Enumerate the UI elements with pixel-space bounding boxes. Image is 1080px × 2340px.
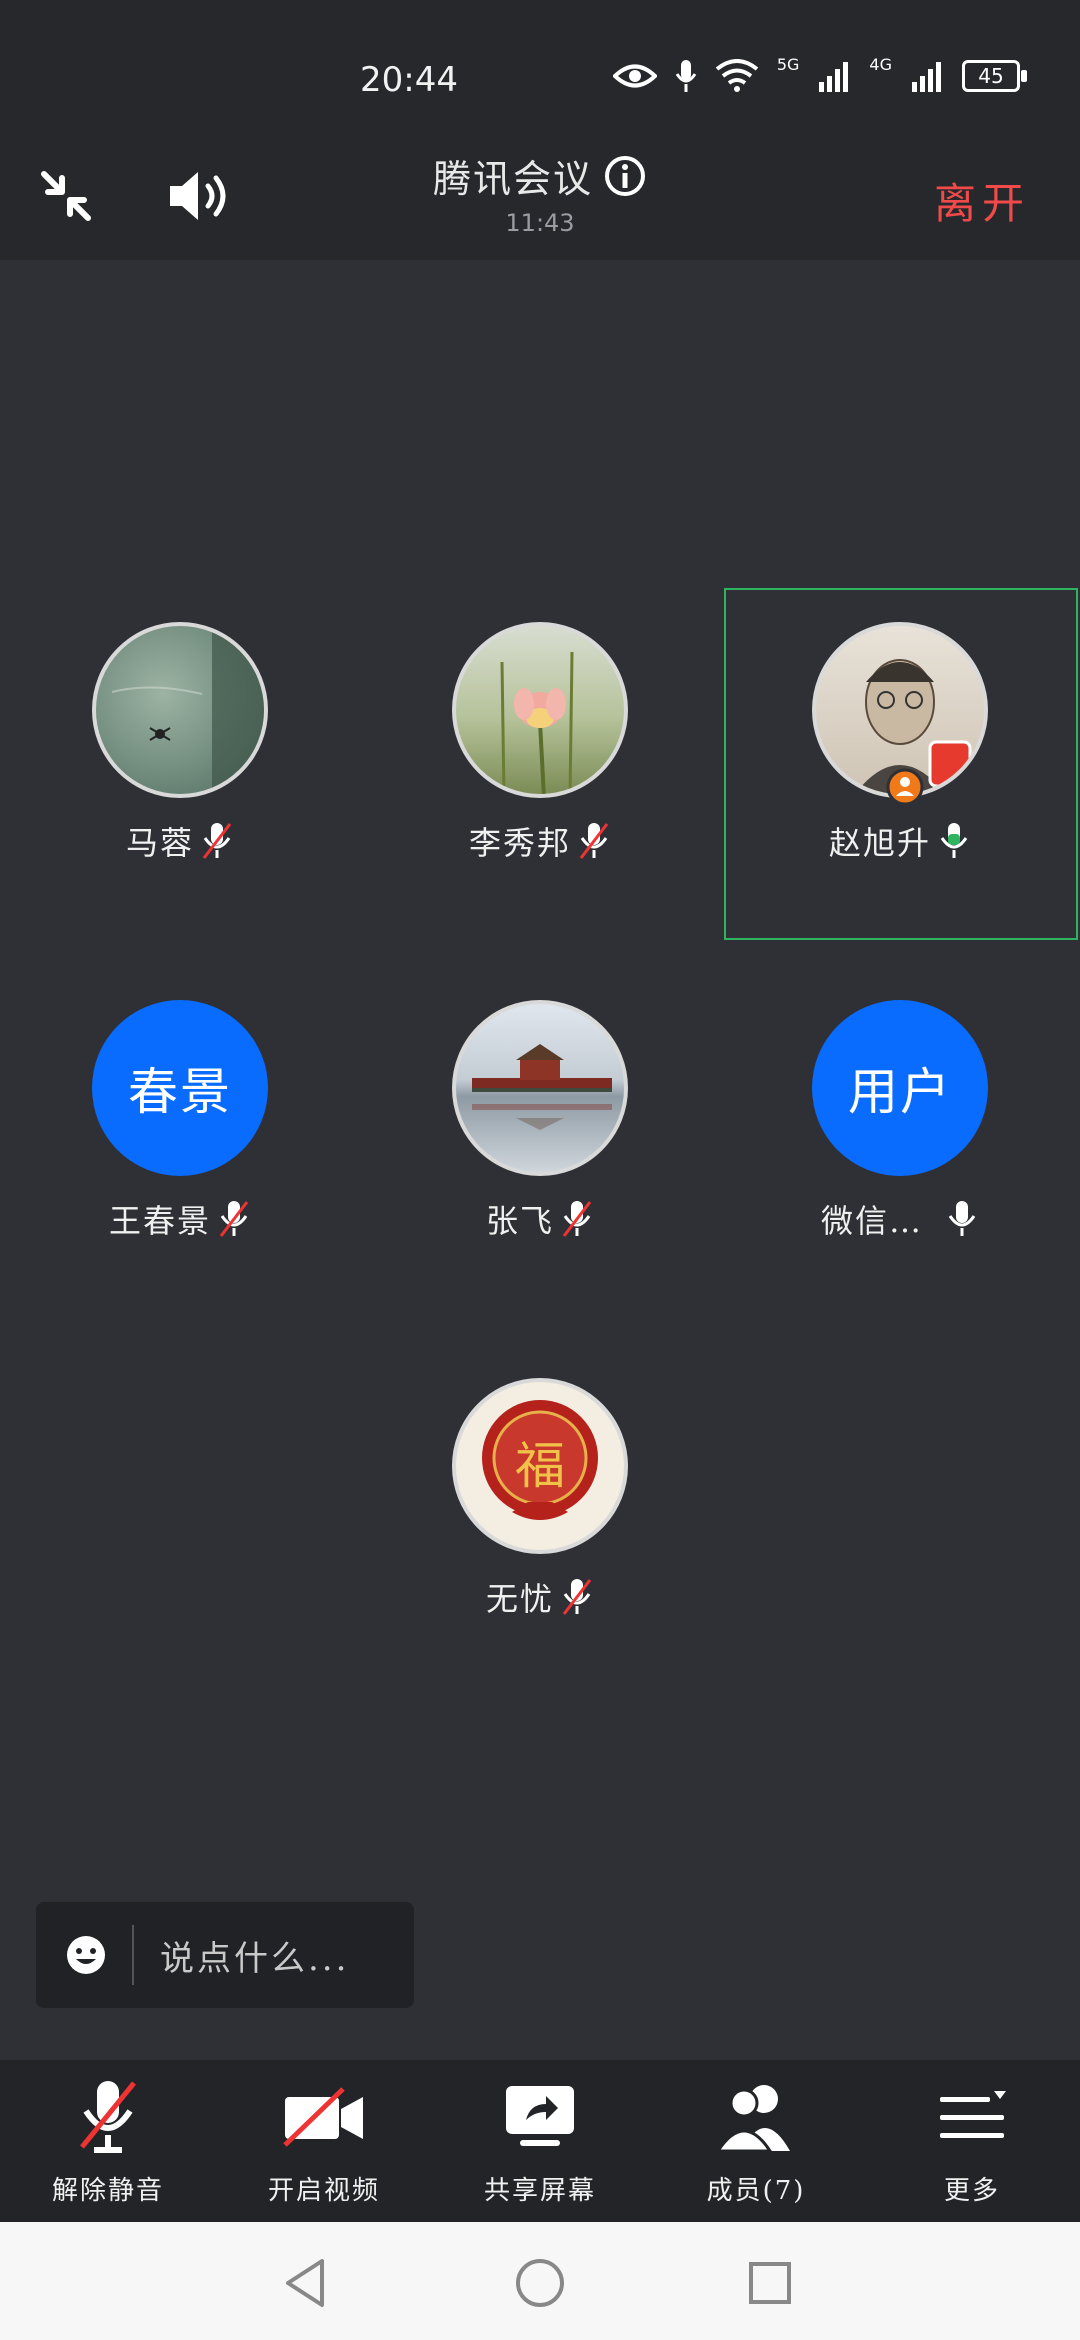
- more-icon: [940, 2091, 1006, 2138]
- start-video-button[interactable]: 开启视频: [216, 2074, 432, 2207]
- participant-name: 张飞: [485, 1202, 554, 1240]
- avatar: 春景: [92, 1000, 268, 1176]
- participant-tile[interactable]: 用户 微信…: [750, 1000, 1050, 1242]
- mic-muted-icon: [562, 1201, 592, 1237]
- mic-muted-icon: [80, 2081, 136, 2153]
- leave-button[interactable]: 离开: [934, 170, 1030, 231]
- meeting-header: 腾讯会议 11:43 离开: [0, 130, 1080, 260]
- network-5g-label: 5G: [776, 54, 800, 74]
- participant-tile-speaking[interactable]: 赵旭升: [750, 622, 1050, 864]
- start-video-label: 开启视频: [267, 2176, 380, 2206]
- unmute-label: 解除静音: [51, 2176, 164, 2206]
- mic-icon: [948, 1201, 976, 1236]
- avatar-initials: 用户: [848, 1063, 952, 1121]
- meeting-timer: 11:43: [505, 209, 575, 237]
- battery-icon: 45: [962, 60, 1027, 92]
- avatar: 福: [452, 1378, 628, 1554]
- eye-icon: [612, 64, 657, 88]
- avatar-initials: 春景: [128, 1063, 232, 1121]
- meeting-title-group: 腾讯会议 11:43: [0, 148, 1080, 237]
- avatar: [92, 622, 268, 798]
- participant-tile[interactable]: 春景 王春景: [30, 1000, 330, 1242]
- meeting-title-row[interactable]: 腾讯会议: [433, 148, 647, 203]
- back-icon[interactable]: [270, 2248, 340, 2318]
- participant-name-row: 赵旭升: [750, 818, 1050, 864]
- emoji-icon[interactable]: [64, 1933, 108, 1977]
- participant-name: 马蓉: [125, 824, 194, 862]
- mic-icon: [675, 60, 697, 92]
- meeting-title: 腾讯会议: [432, 157, 593, 201]
- participant-tile[interactable]: 张飞: [390, 1000, 690, 1242]
- host-badge-icon: [886, 768, 924, 806]
- status-time: 20:44: [360, 60, 458, 100]
- info-icon[interactable]: [603, 154, 647, 198]
- participant-name: 王春景: [108, 1202, 211, 1240]
- participant-name-row: 微信…: [750, 1196, 1050, 1242]
- unmute-button[interactable]: 解除静音: [0, 2074, 216, 2207]
- share-screen-button[interactable]: 共享屏幕: [432, 2074, 648, 2207]
- avatar-glyph: 福: [515, 1437, 565, 1495]
- share-screen-icon: [506, 2086, 574, 2146]
- share-screen-label: 共享屏幕: [483, 2176, 596, 2206]
- participant-tile[interactable]: 福 无忧: [390, 1378, 690, 1620]
- avatar: [452, 1000, 628, 1176]
- participant-tile[interactable]: 李秀邦: [390, 622, 690, 864]
- chat-divider: [132, 1925, 134, 1985]
- home-icon[interactable]: [505, 2248, 575, 2318]
- mic-muted-icon: [579, 823, 609, 859]
- participant-tile[interactable]: 马蓉: [30, 622, 330, 864]
- mic-muted-icon: [562, 1579, 592, 1615]
- members-icon: [715, 2085, 790, 2153]
- more-button[interactable]: 更多: [864, 2074, 1080, 2207]
- status-icons: 5G 4G 45: [612, 54, 1027, 94]
- battery-level: 45: [978, 64, 1004, 88]
- network-4g-label: 4G: [869, 54, 892, 74]
- participant-name-row: 马蓉: [30, 818, 330, 864]
- more-label: 更多: [943, 2176, 1000, 2206]
- participant-name-row: 王春景: [30, 1196, 330, 1242]
- avatar: 用户: [812, 1000, 988, 1176]
- members-button[interactable]: 成员(7): [648, 2074, 864, 2207]
- mic-active-icon: [940, 823, 968, 858]
- signal-icon: [819, 62, 849, 92]
- participant-name: 李秀邦: [468, 824, 571, 862]
- members-label: 成员(7): [706, 2176, 806, 2206]
- avatar: [452, 622, 628, 798]
- participant-name: 微信…: [820, 1202, 923, 1240]
- recents-icon[interactable]: [735, 2248, 805, 2318]
- participant-name: 无忧: [485, 1580, 554, 1618]
- participant-name-row: 李秀邦: [390, 818, 690, 864]
- chat-placeholder: 说点什么...: [160, 1938, 350, 1979]
- wifi-icon: [715, 59, 759, 92]
- signal-icon: [912, 62, 941, 92]
- mic-muted-icon: [219, 1201, 249, 1237]
- participant-name-row: 张飞: [390, 1196, 690, 1242]
- chat-input[interactable]: 说点什么...: [36, 1902, 414, 2008]
- mic-muted-icon: [202, 823, 232, 859]
- participant-name-row: 无忧: [390, 1574, 690, 1620]
- meeting-toolbar: 解除静音 开启视频 共享屏幕 成员(7) 更多: [0, 2060, 1080, 2222]
- video-off-icon: [283, 2087, 363, 2147]
- system-nav-bar: [0, 2222, 1080, 2340]
- participant-name: 赵旭升: [828, 824, 931, 862]
